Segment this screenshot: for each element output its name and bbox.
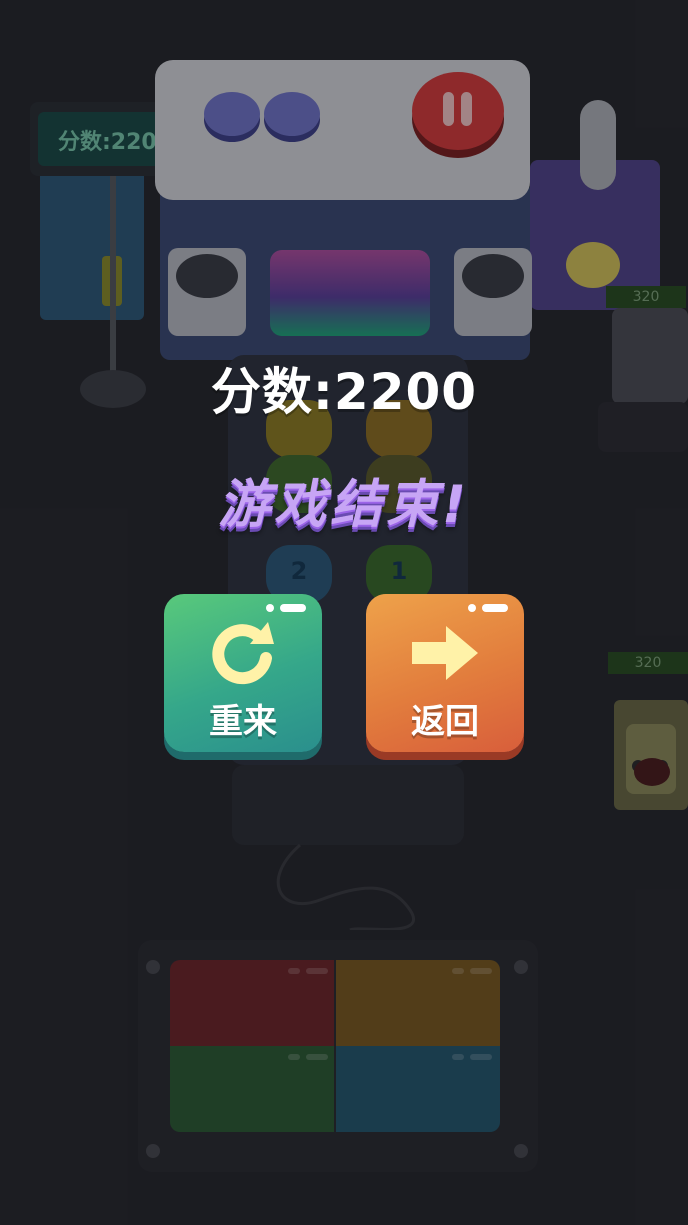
button-gloss — [266, 604, 274, 612]
refresh-icon — [212, 622, 274, 685]
game-over-overlay — [0, 0, 688, 1225]
restart-button[interactable]: 重来 — [164, 594, 322, 752]
arrow-right-icon — [412, 626, 478, 680]
back-label: 返回 — [411, 702, 479, 742]
game-over-title: 游戏结束! — [218, 475, 470, 535]
game-stage: 分数:2200 2 1 320 320 分数:2200 游戏结束! 重来 返回 — [0, 0, 688, 1225]
restart-label: 重来 — [209, 702, 277, 742]
back-button[interactable]: 返回 — [366, 594, 524, 752]
button-gloss — [280, 604, 306, 612]
button-gloss — [482, 604, 508, 612]
button-gloss — [468, 604, 476, 612]
final-score: 分数:2200 — [210, 363, 478, 421]
